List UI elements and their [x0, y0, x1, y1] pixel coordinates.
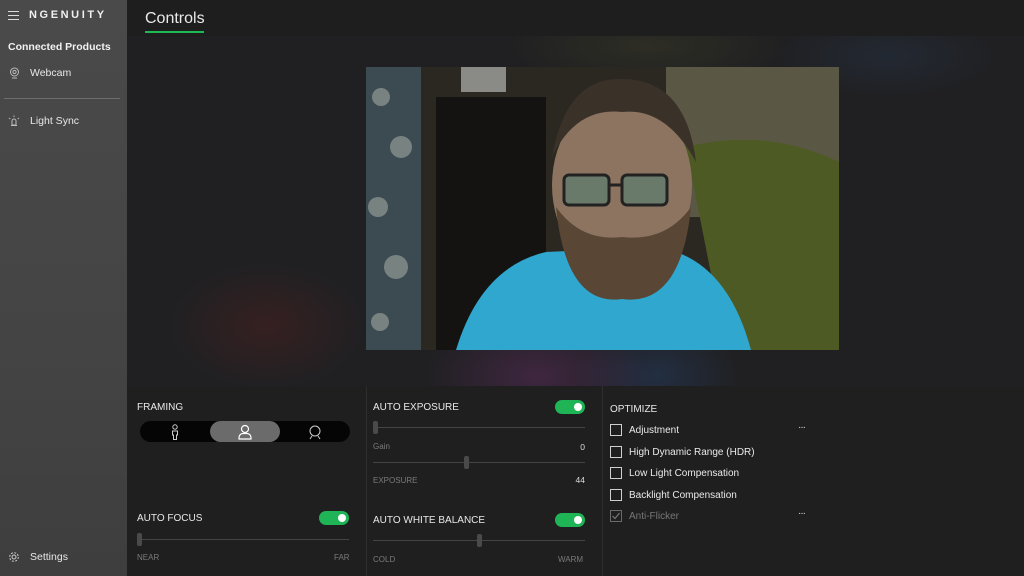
- preview-area: [127, 36, 1024, 386]
- checkbox: [610, 510, 622, 522]
- exposure-value: 44: [575, 475, 585, 485]
- optimize-option-low-light-compensation[interactable]: Low Light Compensation: [610, 467, 739, 479]
- light-icon: [8, 115, 20, 127]
- white-balance-slider-thumb[interactable]: [477, 534, 482, 547]
- menu-icon[interactable]: [8, 10, 19, 20]
- focus-slider[interactable]: [137, 533, 349, 546]
- optimize-section: OPTIMIZE Adjustment ··· High Dynamic Range…: [603, 386, 823, 576]
- auto-focus-toggle[interactable]: [319, 511, 349, 525]
- brand: NGENUITY: [8, 9, 107, 21]
- checkbox[interactable]: [610, 424, 622, 436]
- exposure-slider[interactable]: [373, 456, 585, 469]
- sidebar-item-settings[interactable]: Settings: [8, 551, 68, 563]
- gain-label: Gain: [373, 442, 390, 451]
- more-options-button[interactable]: ···: [798, 422, 806, 433]
- framing-selector: [140, 421, 350, 442]
- gear-icon: [8, 551, 20, 563]
- auto-white-balance-label: AUTO WHITE BALANCE: [373, 515, 486, 526]
- framing-full-body-option[interactable]: [140, 421, 210, 442]
- ngenuity-app: NGENUITY Connected Products Webcam Light…: [0, 0, 1024, 576]
- gain-value: 0: [580, 442, 585, 452]
- sidebar: NGENUITY Connected Products Webcam Light…: [0, 0, 127, 576]
- optimize-option-label: Anti-Flicker: [629, 510, 680, 522]
- sidebar-divider: [4, 98, 120, 99]
- exposure-label: EXPOSURE: [373, 476, 418, 485]
- gain-slider[interactable]: [373, 421, 585, 434]
- exposure-slider-thumb[interactable]: [464, 456, 469, 469]
- optimize-option-high-dynamic-range-hdr[interactable]: High Dynamic Range (HDR): [610, 446, 755, 458]
- checkbox[interactable]: [610, 489, 622, 501]
- more-options-button[interactable]: ···: [798, 508, 806, 519]
- focus-slider-thumb[interactable]: [137, 533, 142, 546]
- checkbox[interactable]: [610, 446, 622, 458]
- framing-label: FRAMING: [137, 402, 184, 413]
- optimize-option-anti-flicker: Anti-Flicker: [610, 510, 679, 522]
- settings-label: Settings: [30, 551, 68, 563]
- tab-controls[interactable]: Controls: [145, 10, 205, 28]
- checkmark-icon: [612, 512, 620, 520]
- checkbox[interactable]: [610, 467, 622, 479]
- webcam-icon: [8, 67, 20, 79]
- header: Controls: [127, 0, 1024, 36]
- white-balance-slider[interactable]: [373, 534, 585, 547]
- optimize-option-label: High Dynamic Range (HDR): [629, 446, 755, 458]
- auto-focus-label: AUTO FOCUS: [137, 513, 203, 524]
- column-divider: [366, 386, 367, 576]
- auto-white-balance-toggle[interactable]: [555, 513, 585, 527]
- sidebar-item-webcam[interactable]: Webcam: [8, 67, 71, 79]
- auto-exposure-toggle[interactable]: [555, 400, 585, 414]
- far-label: FAR: [334, 553, 350, 562]
- webcam-preview: [366, 67, 839, 350]
- active-tab-indicator: [145, 31, 204, 33]
- controls-panel: FRAMING AUTO FOCUS NEAR FAR AUTO EXPOSUR…: [127, 386, 1024, 576]
- sidebar-item-label: Light Sync: [30, 115, 80, 127]
- framing-upper-body-option[interactable]: [210, 421, 280, 442]
- upper-body-icon: [238, 424, 252, 440]
- framing-head-option[interactable]: [280, 421, 350, 442]
- auto-exposure-label: AUTO EXPOSURE: [373, 402, 459, 413]
- optimize-label: OPTIMIZE: [610, 404, 658, 415]
- optimize-option-label: Backlight Compensation: [629, 489, 737, 501]
- optimize-option-adjustment[interactable]: Adjustment: [610, 424, 679, 436]
- sidebar-item-light-sync[interactable]: Light Sync: [8, 115, 79, 127]
- brand-name: NGENUITY: [29, 9, 107, 21]
- full-body-icon: [172, 423, 178, 440]
- head-icon: [309, 425, 321, 439]
- cold-label: COLD: [373, 555, 396, 564]
- optimize-option-label: Low Light Compensation: [629, 467, 740, 479]
- warm-label: WARM: [558, 555, 584, 564]
- gain-slider-thumb[interactable]: [373, 421, 378, 434]
- sidebar-item-label: Webcam: [30, 67, 72, 79]
- optimize-option-label: Adjustment: [629, 424, 680, 436]
- optimize-option-backlight-compensation[interactable]: Backlight Compensation: [610, 489, 737, 501]
- connected-products-heading: Connected Products: [8, 41, 111, 53]
- near-label: NEAR: [137, 553, 160, 562]
